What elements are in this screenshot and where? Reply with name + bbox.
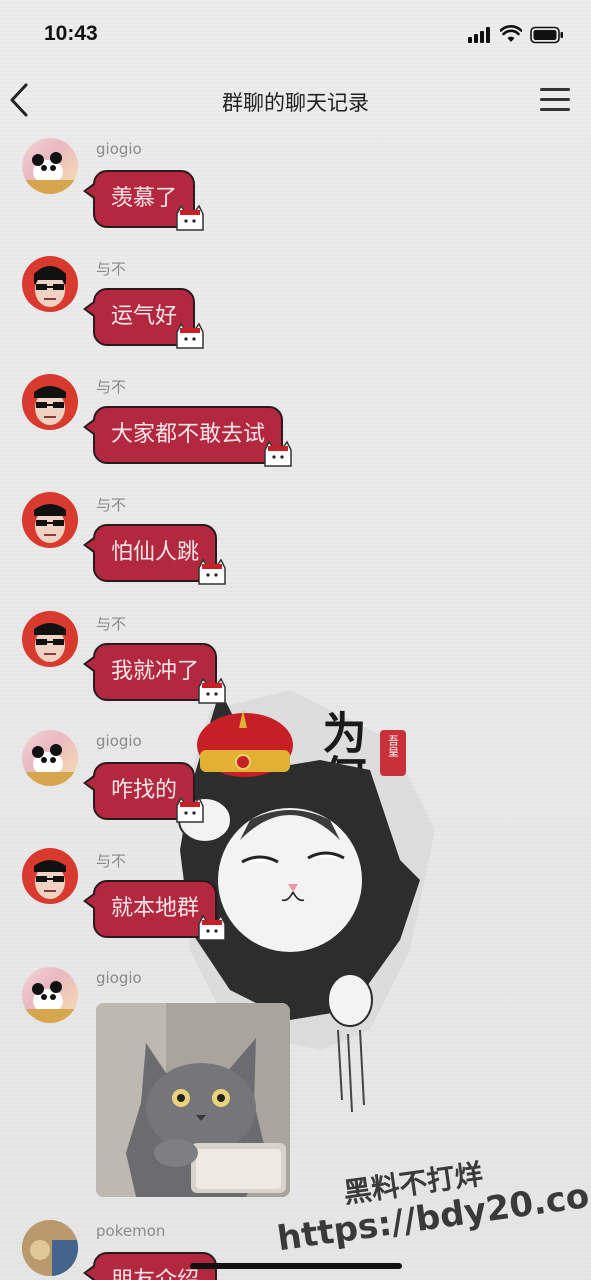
message-bubble[interactable]: 羡慕了 xyxy=(82,170,204,231)
sender-name: 与不 xyxy=(96,852,127,870)
sender-name: giogio xyxy=(96,140,142,158)
guy-avatar[interactable] xyxy=(22,848,78,904)
wifi-icon xyxy=(500,25,522,42)
message-bubble[interactable]: 怕仙人跳 xyxy=(82,524,226,585)
page-title: 群聊的聊天记录 xyxy=(222,91,369,115)
message-bubble[interactable]: 咋找的 xyxy=(82,762,204,823)
panda-avatar[interactable] xyxy=(22,967,78,1023)
cat-sticker-icon xyxy=(176,204,204,231)
panda-icon xyxy=(22,981,78,1023)
cat-sticker-icon xyxy=(198,677,226,704)
cellular-signal-icon xyxy=(468,27,491,43)
cat-sticker-icon xyxy=(264,440,292,467)
panda-avatar[interactable] xyxy=(22,138,78,194)
landscape-avatar-icon xyxy=(22,1220,78,1276)
message-text: 我就冲了 xyxy=(111,659,200,684)
panda-avatar[interactable] xyxy=(22,730,78,786)
message-row: 与不 就本地群 xyxy=(0,848,591,948)
menu-icon[interactable] xyxy=(540,86,570,114)
message-text: 朋友介绍 xyxy=(111,1268,199,1280)
pokemon-avatar[interactable] xyxy=(22,1220,78,1276)
man-sunglasses-icon xyxy=(34,623,66,662)
guy-avatar[interactable] xyxy=(22,611,78,667)
message-bubble[interactable]: 运气好 xyxy=(82,288,204,349)
message-bubble[interactable]: 大家都不敢去试 xyxy=(82,406,292,467)
message-row: 与不 我就冲了 xyxy=(0,611,591,711)
message-row: 与不 大家都不敢去试 xyxy=(0,374,591,474)
sender-name: giogio xyxy=(96,969,142,987)
man-sunglasses-icon xyxy=(34,860,66,899)
message-row: 与不 运气好 xyxy=(0,256,591,356)
sender-name: giogio xyxy=(96,732,142,750)
message-text: 怕仙人跳 xyxy=(111,540,200,565)
message-text: 就本地群 xyxy=(111,896,200,921)
cat-photo-image[interactable] xyxy=(96,1003,290,1197)
guy-avatar[interactable] xyxy=(22,492,78,548)
cat-sticker-icon xyxy=(198,558,226,585)
man-sunglasses-icon xyxy=(34,266,66,307)
message-text: 羡慕了 xyxy=(111,186,178,211)
nav-bar: 群聊的聊天记录 xyxy=(0,70,591,130)
home-indicator[interactable] xyxy=(190,1263,402,1269)
message-row: 与不 怕仙人跳 xyxy=(0,492,591,592)
message-text: 大家都不敢去试 xyxy=(111,422,266,447)
message-text: 运气好 xyxy=(111,304,178,329)
cat-sticker-icon xyxy=(176,796,204,823)
panda-icon xyxy=(22,152,78,194)
sender-name: 与不 xyxy=(96,260,127,278)
guy-avatar[interactable] xyxy=(22,256,78,312)
status-bar: 10:43 xyxy=(0,0,591,70)
sender-name: pokemon xyxy=(96,1222,166,1240)
message-bubble[interactable]: 就本地群 xyxy=(82,880,226,941)
sender-name: 与不 xyxy=(96,615,127,633)
message-bubble[interactable]: 我就冲了 xyxy=(82,643,226,704)
chat-screen: 10:43 群聊的聊天记录 吾皇 giogio 羡慕了 与不 运气好 与不 大家… xyxy=(0,0,591,1280)
message-row: giogio 羡慕了 xyxy=(0,138,591,238)
sender-name: 与不 xyxy=(96,378,127,396)
grey-cat-photo-icon xyxy=(96,1003,290,1197)
cat-sticker-icon xyxy=(176,322,204,349)
sender-name: 与不 xyxy=(96,496,127,514)
man-sunglasses-icon xyxy=(34,386,66,425)
panda-icon xyxy=(22,744,78,786)
message-row: giogio 咋找的 xyxy=(0,730,591,830)
battery-icon xyxy=(530,26,563,44)
guy-avatar[interactable] xyxy=(22,374,78,430)
status-time: 10:43 xyxy=(44,22,98,45)
message-text: 咋找的 xyxy=(111,778,178,803)
cat-sticker-icon xyxy=(198,914,226,941)
man-sunglasses-icon xyxy=(34,504,66,543)
